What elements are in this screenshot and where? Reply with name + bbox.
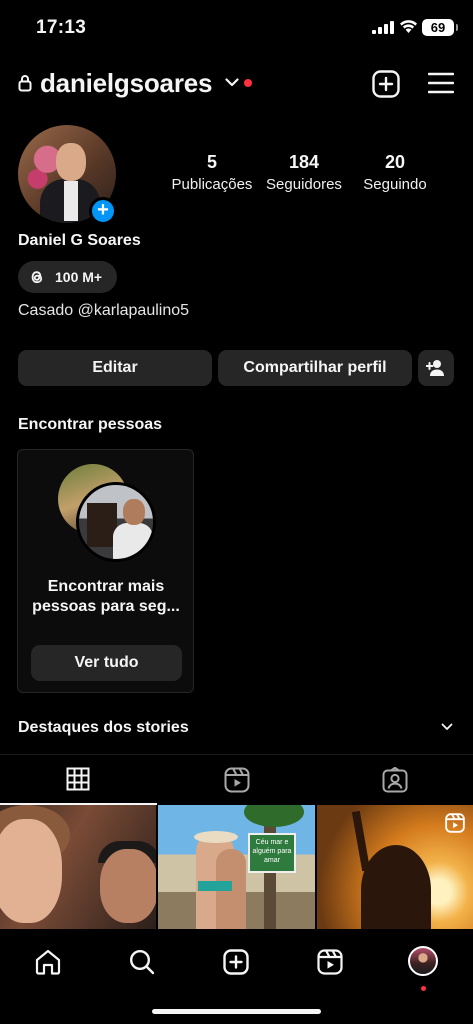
cellular-signal-icon — [372, 21, 394, 34]
edit-profile-button[interactable]: Editar — [18, 350, 212, 386]
new-post-icon[interactable] — [372, 70, 400, 98]
post-thumbnail[interactable]: Céu mar e alguém para amar — [158, 805, 315, 929]
add-story-button[interactable]: + — [89, 197, 117, 225]
stat-label: Seguindo — [363, 176, 427, 193]
nav-reels[interactable] — [310, 942, 350, 982]
notification-dot — [421, 986, 426, 991]
lock-icon — [18, 75, 32, 92]
find-people-title: Encontrar pessoas — [18, 416, 163, 433]
share-profile-button[interactable]: Compartilhar perfil — [218, 350, 412, 386]
tab-tagged[interactable] — [316, 755, 473, 805]
stat-posts[interactable]: 5 Publicações — [166, 152, 258, 193]
nav-profile[interactable] — [403, 942, 443, 991]
stat-value: 184 — [288, 152, 320, 172]
stat-followers[interactable]: 184 Seguidores — [258, 152, 350, 193]
reels-icon — [224, 767, 250, 793]
post-thumbnail[interactable] — [317, 805, 473, 929]
tab-reels[interactable] — [158, 755, 315, 805]
create-icon — [223, 949, 249, 975]
find-people-card-text: Encontrar mais pessoas para seg... — [26, 577, 186, 617]
nav-search[interactable] — [122, 942, 162, 982]
threads-count: 100 M+ — [55, 269, 103, 285]
notification-dot — [244, 79, 252, 87]
discover-people-button[interactable] — [418, 350, 454, 386]
reels-icon — [317, 949, 343, 975]
tab-posts-grid[interactable] — [0, 755, 157, 805]
bio-text: Casado @karlapaulino5 — [18, 302, 190, 319]
photo-sign-text: Céu mar e alguém para amar — [248, 833, 296, 873]
find-people-card[interactable]: Encontrar mais pessoas para seg... Ver t… — [17, 449, 194, 693]
tagged-icon — [382, 767, 408, 793]
home-indicator[interactable] — [152, 1009, 321, 1014]
stat-value: 20 — [384, 152, 406, 172]
chevron-down-icon[interactable] — [225, 78, 239, 87]
home-icon — [35, 949, 61, 975]
stat-label: Seguidores — [266, 176, 342, 193]
card-text-line: Encontrar mais — [47, 578, 165, 595]
suggested-avatar — [76, 482, 156, 562]
reel-indicator-icon — [445, 813, 465, 833]
status-time: 17:13 — [36, 17, 87, 38]
grid-icon — [66, 767, 90, 791]
threads-badge[interactable]: 100 M+ — [18, 261, 117, 293]
profile-header: danielgsoares — [0, 62, 473, 106]
username[interactable]: danielgsoares — [40, 68, 212, 99]
threads-icon — [31, 271, 43, 284]
battery-indicator: 69 — [422, 19, 458, 36]
see-all-button[interactable]: Ver tudo — [31, 645, 182, 681]
wifi-icon — [400, 20, 417, 33]
profile-avatar — [408, 946, 438, 976]
stat-value: 5 — [206, 152, 217, 172]
menu-icon[interactable] — [428, 72, 454, 94]
display-name: Daniel G Soares — [18, 232, 141, 249]
card-text-line: pessoas para seg... — [32, 598, 180, 615]
nav-home[interactable] — [28, 942, 68, 982]
status-bar: 17:13 69 — [0, 0, 473, 56]
highlights-title[interactable]: Destaques dos stories — [18, 719, 189, 737]
stat-following[interactable]: 20 Seguindo — [352, 152, 438, 193]
posts-grid: Céu mar e alguém para amar — [0, 805, 473, 929]
nav-create[interactable] — [216, 942, 256, 982]
stat-label: Publicações — [171, 176, 253, 193]
profile-tabs — [0, 754, 473, 805]
add-person-icon — [425, 360, 444, 376]
chevron-down-icon[interactable] — [441, 723, 453, 731]
search-icon — [129, 949, 155, 975]
post-thumbnail[interactable] — [0, 805, 156, 929]
